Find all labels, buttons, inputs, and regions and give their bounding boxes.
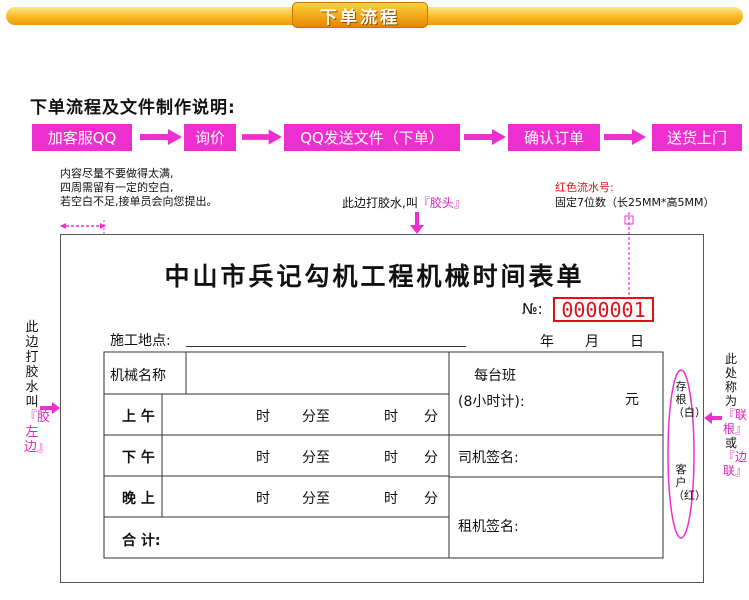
form-title: 中山市兵记勾机工程机械时间表单 <box>164 262 585 291</box>
serial-title: 红色流水号: <box>555 181 614 194</box>
row-label-afternoon: 下 午 <box>122 450 155 466</box>
hour-label: 时 <box>256 409 270 425</box>
hour-label: 时 <box>384 409 398 425</box>
header-banner: 下单流程 <box>0 0 749 30</box>
step-delivery: 送货上门 <box>652 124 742 151</box>
stub-top-label: 存根（白） <box>673 380 706 419</box>
date-day: 日 <box>630 334 644 350</box>
margin-note: 内容尽量不要做得太满, 四周需留有一定的空白, 若空白不足,接单员会向您提出。 <box>60 167 218 208</box>
glue-top-note: 此边打胶水,叫『胶头』 <box>342 196 466 210</box>
serial-desc: 固定7位数（长25MM*高5MM） <box>555 196 715 209</box>
date-year: 年 <box>540 334 554 350</box>
arrow-left-icon <box>704 412 722 424</box>
arrow-right-icon <box>140 129 182 145</box>
arrow-right-icon <box>242 129 282 145</box>
total-label: 合 计: <box>122 533 161 549</box>
step-confirm-order: 确认订单 <box>508 124 600 151</box>
serial-number: 0000001 <box>553 297 654 322</box>
driver-sign-label: 司机签名: <box>458 450 519 466</box>
arrow-right-icon <box>604 129 646 145</box>
number-label: №: <box>522 300 543 318</box>
currency-yuan: 元 <box>625 392 639 408</box>
step-inquiry: 询价 <box>184 124 236 151</box>
margin-width-icon <box>60 220 106 234</box>
stub-name-note: 此处称为 『联根』 或 『边联』 <box>723 352 748 478</box>
minute-to-label: 分至 <box>302 450 330 466</box>
section-heading: 下单流程及文件制作说明: <box>30 98 236 118</box>
per-shift-label: 每台班 <box>474 368 516 384</box>
hour-label: 时 <box>256 450 270 466</box>
banner-title: 下单流程 <box>292 2 428 28</box>
step-send-file: QQ发送文件（下单） <box>284 124 460 151</box>
minute-label: 分 <box>424 491 438 507</box>
site-line <box>186 346 466 347</box>
arrow-right-icon <box>464 129 506 145</box>
date-month: 月 <box>585 334 599 350</box>
site-label: 施工地点: <box>110 333 171 349</box>
arrow-right-icon <box>40 402 60 414</box>
minute-label: 分 <box>424 409 438 425</box>
stub-bottom-label: 客户（红） <box>673 463 706 502</box>
glue-left-note: 此边打胶水叫 『胶左边』 <box>24 320 51 455</box>
hour-label: 时 <box>384 491 398 507</box>
minute-to-label: 分至 <box>302 491 330 507</box>
per-shift-hours: (8小时计): <box>458 394 525 410</box>
arrow-down-icon <box>410 212 424 234</box>
row-label-evening: 晚 上 <box>122 491 155 507</box>
minute-label: 分 <box>424 450 438 466</box>
minute-to-label: 分至 <box>302 409 330 425</box>
row-label-morning: 上 午 <box>122 409 155 425</box>
hour-label: 时 <box>384 450 398 466</box>
step-add-qq: 加客服QQ <box>32 124 132 151</box>
renter-sign-label: 租机签名: <box>458 519 519 535</box>
machine-name-label: 机械名称 <box>110 368 166 384</box>
hour-label: 时 <box>256 491 270 507</box>
